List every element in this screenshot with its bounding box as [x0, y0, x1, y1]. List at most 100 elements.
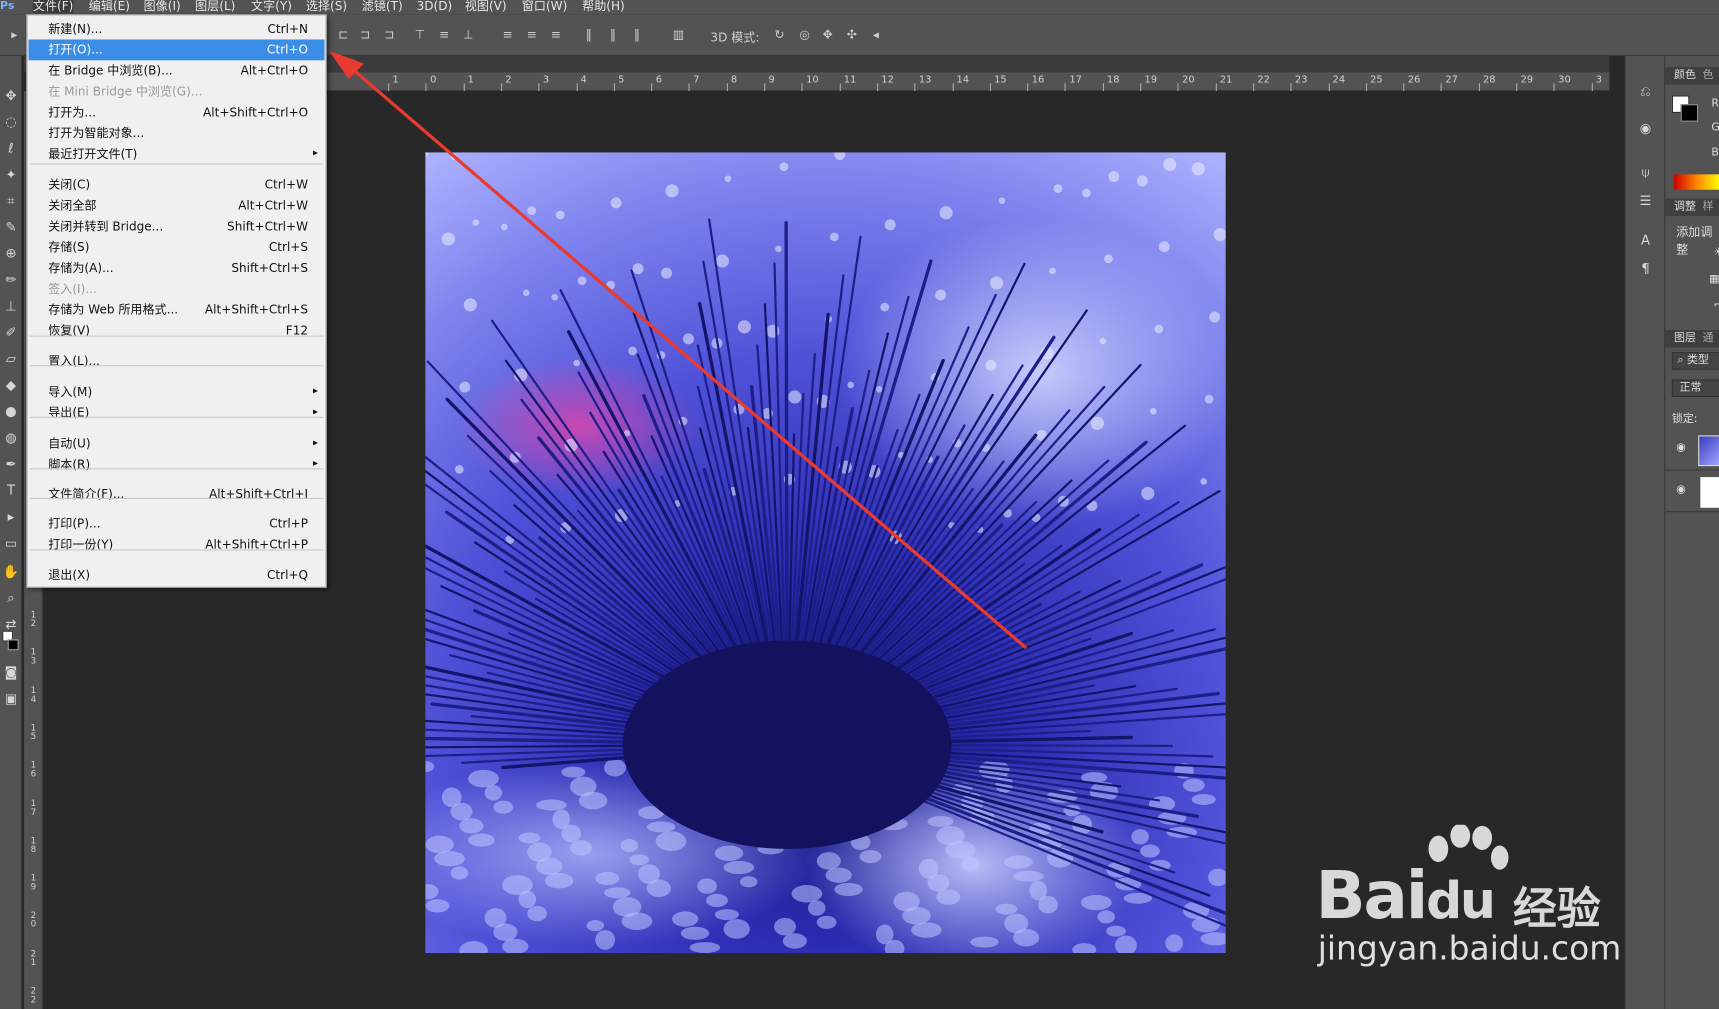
menu-view[interactable]: 视图(V): [465, 0, 507, 13]
lasso-tool-icon[interactable]: ℓ: [0, 137, 22, 159]
distribute-bottom-icon[interactable]: ≡: [548, 27, 563, 42]
zoom-tool-icon[interactable]: ⌕: [0, 587, 22, 609]
crop-tool-icon[interactable]: ⌗: [0, 190, 22, 212]
screen-mode-icon[interactable]: ▣: [0, 688, 22, 710]
menu-file[interactable]: 文件(F): [32, 0, 74, 14]
color-background-swatch[interactable]: [1680, 104, 1699, 122]
file-menu-item[interactable]: 关闭全部 Alt+Ctrl+W: [29, 195, 325, 216]
distribute-right-icon[interactable]: ‖: [629, 27, 644, 42]
close-tab-icon[interactable]: ×: [346, 56, 356, 70]
path-selection-tool-icon[interactable]: ▸: [0, 506, 22, 528]
dodge-tool-icon[interactable]: ◍: [0, 427, 22, 449]
layer-row-photo[interactable]: ◉: [1665, 431, 1719, 471]
paragraph-panel-icon[interactable]: ¶: [1635, 258, 1657, 280]
align-vcenter-icon[interactable]: ≡: [436, 27, 451, 42]
file-menu-item[interactable]: 导出(E) ▸: [29, 402, 325, 423]
background-color-swatch[interactable]: [7, 639, 19, 651]
3d-slide-icon[interactable]: ✣: [844, 27, 859, 42]
properties-panel-icon[interactable]: ◉: [1635, 117, 1657, 139]
visibility-eye-icon[interactable]: ◉: [1676, 442, 1686, 454]
ruler-tick: [651, 83, 653, 92]
file-menu-item[interactable]: 打印(P)... Ctrl+P: [29, 513, 325, 534]
color-panel-tab[interactable]: 颜色色: [1665, 66, 1719, 85]
align-left-icon[interactable]: ⊏: [335, 27, 350, 42]
layer-kind-filter[interactable]: ⌕ 类型: [1671, 352, 1719, 370]
magic-wand-tool-icon[interactable]: ✦: [0, 163, 22, 185]
healing-tool-icon[interactable]: ⊕: [0, 242, 22, 264]
layer-row-background[interactable]: ◉: [1665, 473, 1719, 513]
align-hcenter-icon[interactable]: ⊐: [357, 27, 372, 42]
file-menu-item[interactable]: 在 Bridge 中浏览(B)... Alt+Ctrl+O: [29, 60, 325, 81]
paint-bucket-tool-icon[interactable]: ◆: [0, 374, 22, 396]
visibility-eye-icon[interactable]: ◉: [1676, 484, 1686, 496]
file-menu-item[interactable]: 脚本(R) ▸: [29, 454, 325, 475]
sea-urchin-photo[interactable]: [425, 152, 1226, 954]
brightness-icon[interactable]: ☀: [1714, 247, 1719, 259]
menu-help[interactable]: 帮助(H): [582, 0, 625, 13]
brush-panel-icon[interactable]: ⍦: [1635, 161, 1657, 183]
menu-edit[interactable]: 编辑(E): [89, 0, 130, 13]
distribute-top-icon[interactable]: ≡: [500, 27, 515, 42]
menu-filter[interactable]: 滤镜(T): [362, 0, 403, 13]
3d-rotate-icon[interactable]: ↻: [772, 27, 787, 42]
marquee-tool-icon[interactable]: ◌: [0, 111, 22, 133]
menu-select[interactable]: 选择(S): [306, 0, 347, 13]
align-bottom-icon[interactable]: ⊥: [460, 27, 475, 42]
history-panel-icon[interactable]: ⎌: [1635, 80, 1657, 102]
layers-panel-tab[interactable]: 图层通: [1665, 330, 1719, 348]
rectangle-tool-icon[interactable]: ▭: [0, 532, 22, 554]
menu-window[interactable]: 窗口(W): [522, 0, 567, 13]
file-menu-item[interactable]: 自动(U) ▸: [29, 433, 325, 454]
file-menu-item[interactable]: 打印一份(Y) Alt+Shift+Ctrl+P: [29, 534, 325, 555]
brush-tool-icon[interactable]: ✏: [0, 269, 22, 291]
align-top-icon[interactable]: ⊤: [412, 27, 427, 42]
3d-pan-icon[interactable]: ✥: [820, 27, 835, 42]
distribute-hcenter-icon[interactable]: ‖: [605, 27, 620, 42]
move-tool-icon[interactable]: ▸: [7, 27, 22, 42]
file-menu-item[interactable]: 导入(M) ▸: [29, 382, 325, 403]
move-tool-icon[interactable]: ✥: [0, 84, 22, 106]
distribute-left-icon[interactable]: ‖: [581, 27, 596, 42]
file-menu-item[interactable]: 打开为智能对象...: [29, 123, 325, 144]
3d-roll-icon[interactable]: ◎: [797, 27, 812, 42]
distribute-vcenter-icon[interactable]: ≡: [524, 27, 539, 42]
brush-presets-icon[interactable]: ☰: [1635, 190, 1657, 212]
color-spectrum-bar[interactable]: [1674, 174, 1719, 190]
file-menu-item[interactable]: 关闭(C) Ctrl+W: [29, 174, 325, 195]
file-menu-item[interactable]: 置入(L)...: [29, 351, 325, 372]
eraser-tool-icon[interactable]: ▱: [0, 348, 22, 370]
levels-icon[interactable]: ▦: [1709, 273, 1719, 285]
hand-tool-icon[interactable]: ✋: [0, 560, 22, 582]
blend-mode-select[interactable]: 正常: [1671, 379, 1719, 398]
ruler-tick-label: 30: [1558, 74, 1571, 86]
eyedropper-tool-icon[interactable]: ✎: [0, 216, 22, 238]
file-menu-item[interactable]: 存储为(A)... Shift+Ctrl+S: [29, 258, 325, 279]
character-panel-icon[interactable]: A: [1635, 229, 1657, 251]
file-menu-item[interactable]: 恢复(V) F12: [29, 320, 325, 341]
pen-tool-icon[interactable]: ✒: [0, 453, 22, 475]
quick-mask-icon[interactable]: ◙: [0, 661, 22, 683]
file-menu-item[interactable]: 存储(S) Ctrl+S: [29, 237, 325, 258]
file-menu-item[interactable]: 文件简介(F)... Alt+Shift+Ctrl+I: [29, 484, 325, 505]
menu-type[interactable]: 文字(Y): [251, 0, 292, 13]
menu-image[interactable]: 图像(I): [144, 0, 181, 13]
blur-tool-icon[interactable]: ●: [0, 400, 22, 422]
menu-layer[interactable]: 图层(L): [195, 0, 235, 13]
file-menu-item[interactable]: 打开(O)... Ctrl+O: [28, 39, 325, 61]
align-right-icon[interactable]: ⊐: [382, 27, 397, 42]
file-menu-item[interactable]: 打开为... Alt+Shift+Ctrl+O: [29, 102, 325, 123]
stamp-tool-icon[interactable]: ⊥: [0, 295, 22, 317]
history-brush-tool-icon[interactable]: ✐: [0, 321, 22, 343]
file-menu-item[interactable]: 新建(N)... Ctrl+N: [29, 19, 325, 40]
file-menu-item[interactable]: 存储为 Web 所用格式... Alt+Shift+Ctrl+S: [29, 299, 325, 320]
menu-3d[interactable]: 3D(D): [417, 0, 453, 13]
adjustments-panel-tab[interactable]: 调整样: [1665, 198, 1719, 217]
gravel-stone: [936, 825, 965, 846]
auto-align-icon[interactable]: ▥: [671, 27, 686, 42]
3d-scale-icon[interactable]: ◂: [868, 27, 883, 42]
file-menu-item[interactable]: 最近打开文件(T) ▸: [29, 144, 325, 165]
file-menu-item[interactable]: 关闭并转到 Bridge... Shift+Ctrl+W: [29, 216, 325, 237]
type-tool-icon[interactable]: T: [0, 479, 22, 501]
curves-icon[interactable]: ⌐: [1714, 299, 1719, 311]
file-menu-item[interactable]: 退出(X) Ctrl+Q: [29, 565, 325, 586]
